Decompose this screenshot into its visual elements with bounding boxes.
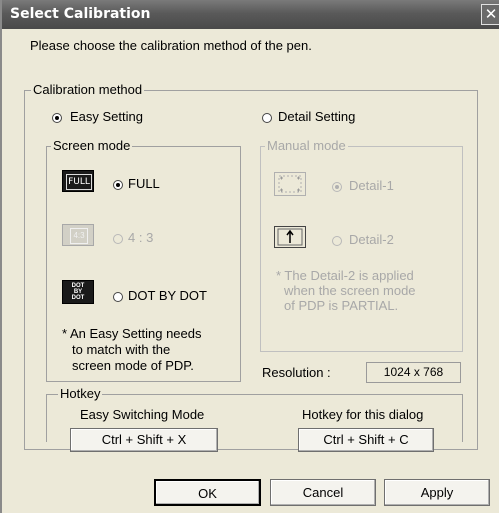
dialog-title: Select Calibration xyxy=(10,6,151,22)
resolution-value: 1024 x 768 xyxy=(366,362,461,383)
hotkey-label: Hotkey xyxy=(58,386,103,401)
dialog-hotkey-button[interactable]: Ctrl + Shift + C xyxy=(298,428,434,452)
easy-switching-hotkey-button[interactable]: Ctrl + Shift + X xyxy=(70,428,218,452)
detail-1-radio[interactable] xyxy=(332,182,342,192)
detail-2-note: * The Detail-2 is applied when the scree… xyxy=(276,268,416,313)
close-button[interactable]: ✕ xyxy=(481,4,499,25)
easy-setting-label[interactable]: Easy Setting xyxy=(70,109,143,124)
easy-switching-label: Easy Switching Mode xyxy=(80,407,205,422)
detail-2-radio[interactable] xyxy=(332,236,342,246)
aspect-4-3-icon: 4:3 xyxy=(62,224,94,246)
full-screen-icon: FULL xyxy=(62,170,94,192)
detail-2-label[interactable]: Detail-2 xyxy=(349,232,394,247)
dot-by-dot-icon: DOT BY DOT xyxy=(62,280,94,304)
calibration-dialog: Select Calibration ✕ Please choose the c… xyxy=(0,0,499,513)
aspect-4-3-radio[interactable] xyxy=(113,234,123,244)
manual-mode-label: Manual mode xyxy=(265,138,348,154)
detail-setting-label[interactable]: Detail Setting xyxy=(278,109,355,124)
detail-setting-radio-dot[interactable] xyxy=(262,113,272,123)
full-radio[interactable] xyxy=(113,180,123,190)
resolution-label: Resolution : xyxy=(262,365,331,380)
screen-mode-label: Screen mode xyxy=(51,138,133,154)
full-label[interactable]: FULL xyxy=(128,176,160,191)
easy-setting-note: * An Easy Setting needs to match with th… xyxy=(62,326,202,373)
apply-button[interactable]: Apply xyxy=(384,479,490,506)
ok-button[interactable]: OK xyxy=(154,479,261,506)
detail-1-icon xyxy=(274,172,306,196)
cancel-button[interactable]: Cancel xyxy=(270,479,376,506)
close-icon: ✕ xyxy=(484,5,498,23)
easy-setting-radio-dot[interactable] xyxy=(52,113,62,123)
aspect-4-3-label[interactable]: 4 : 3 xyxy=(128,230,153,245)
instruction-text: Please choose the calibration method of … xyxy=(30,38,312,53)
title-bar[interactable]: Select Calibration ✕ xyxy=(2,0,499,29)
detail-1-label[interactable]: Detail-1 xyxy=(349,178,394,193)
detail-2-icon xyxy=(274,226,306,248)
dialog-hotkey-label: Hotkey for this dialog xyxy=(302,407,424,422)
calibration-method-label: Calibration method xyxy=(31,82,145,98)
dot-by-dot-label[interactable]: DOT BY DOT xyxy=(128,288,207,303)
dot-by-dot-radio[interactable] xyxy=(113,292,123,302)
